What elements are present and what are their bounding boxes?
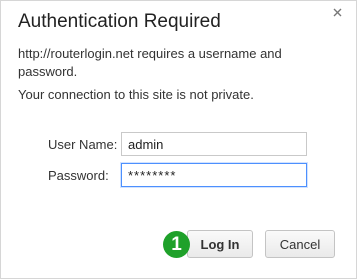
cancel-button[interactable]: Cancel xyxy=(265,230,335,258)
username-input[interactable] xyxy=(121,132,307,156)
password-label: Password: xyxy=(48,168,109,183)
auth-dialog: Authentication Required http://routerlog… xyxy=(0,0,357,279)
password-input[interactable] xyxy=(121,163,307,187)
login-button[interactable]: Log In xyxy=(187,230,253,258)
privacy-warning: Your connection to this site is not priv… xyxy=(18,87,254,102)
step-number-badge: 1 xyxy=(163,231,190,258)
close-icon xyxy=(333,8,341,16)
close-button[interactable] xyxy=(329,4,345,20)
username-label: User Name: xyxy=(48,137,118,152)
dialog-message: http://routerlogin.net requires a userna… xyxy=(18,46,282,79)
dialog-title: Authentication Required xyxy=(18,11,221,32)
